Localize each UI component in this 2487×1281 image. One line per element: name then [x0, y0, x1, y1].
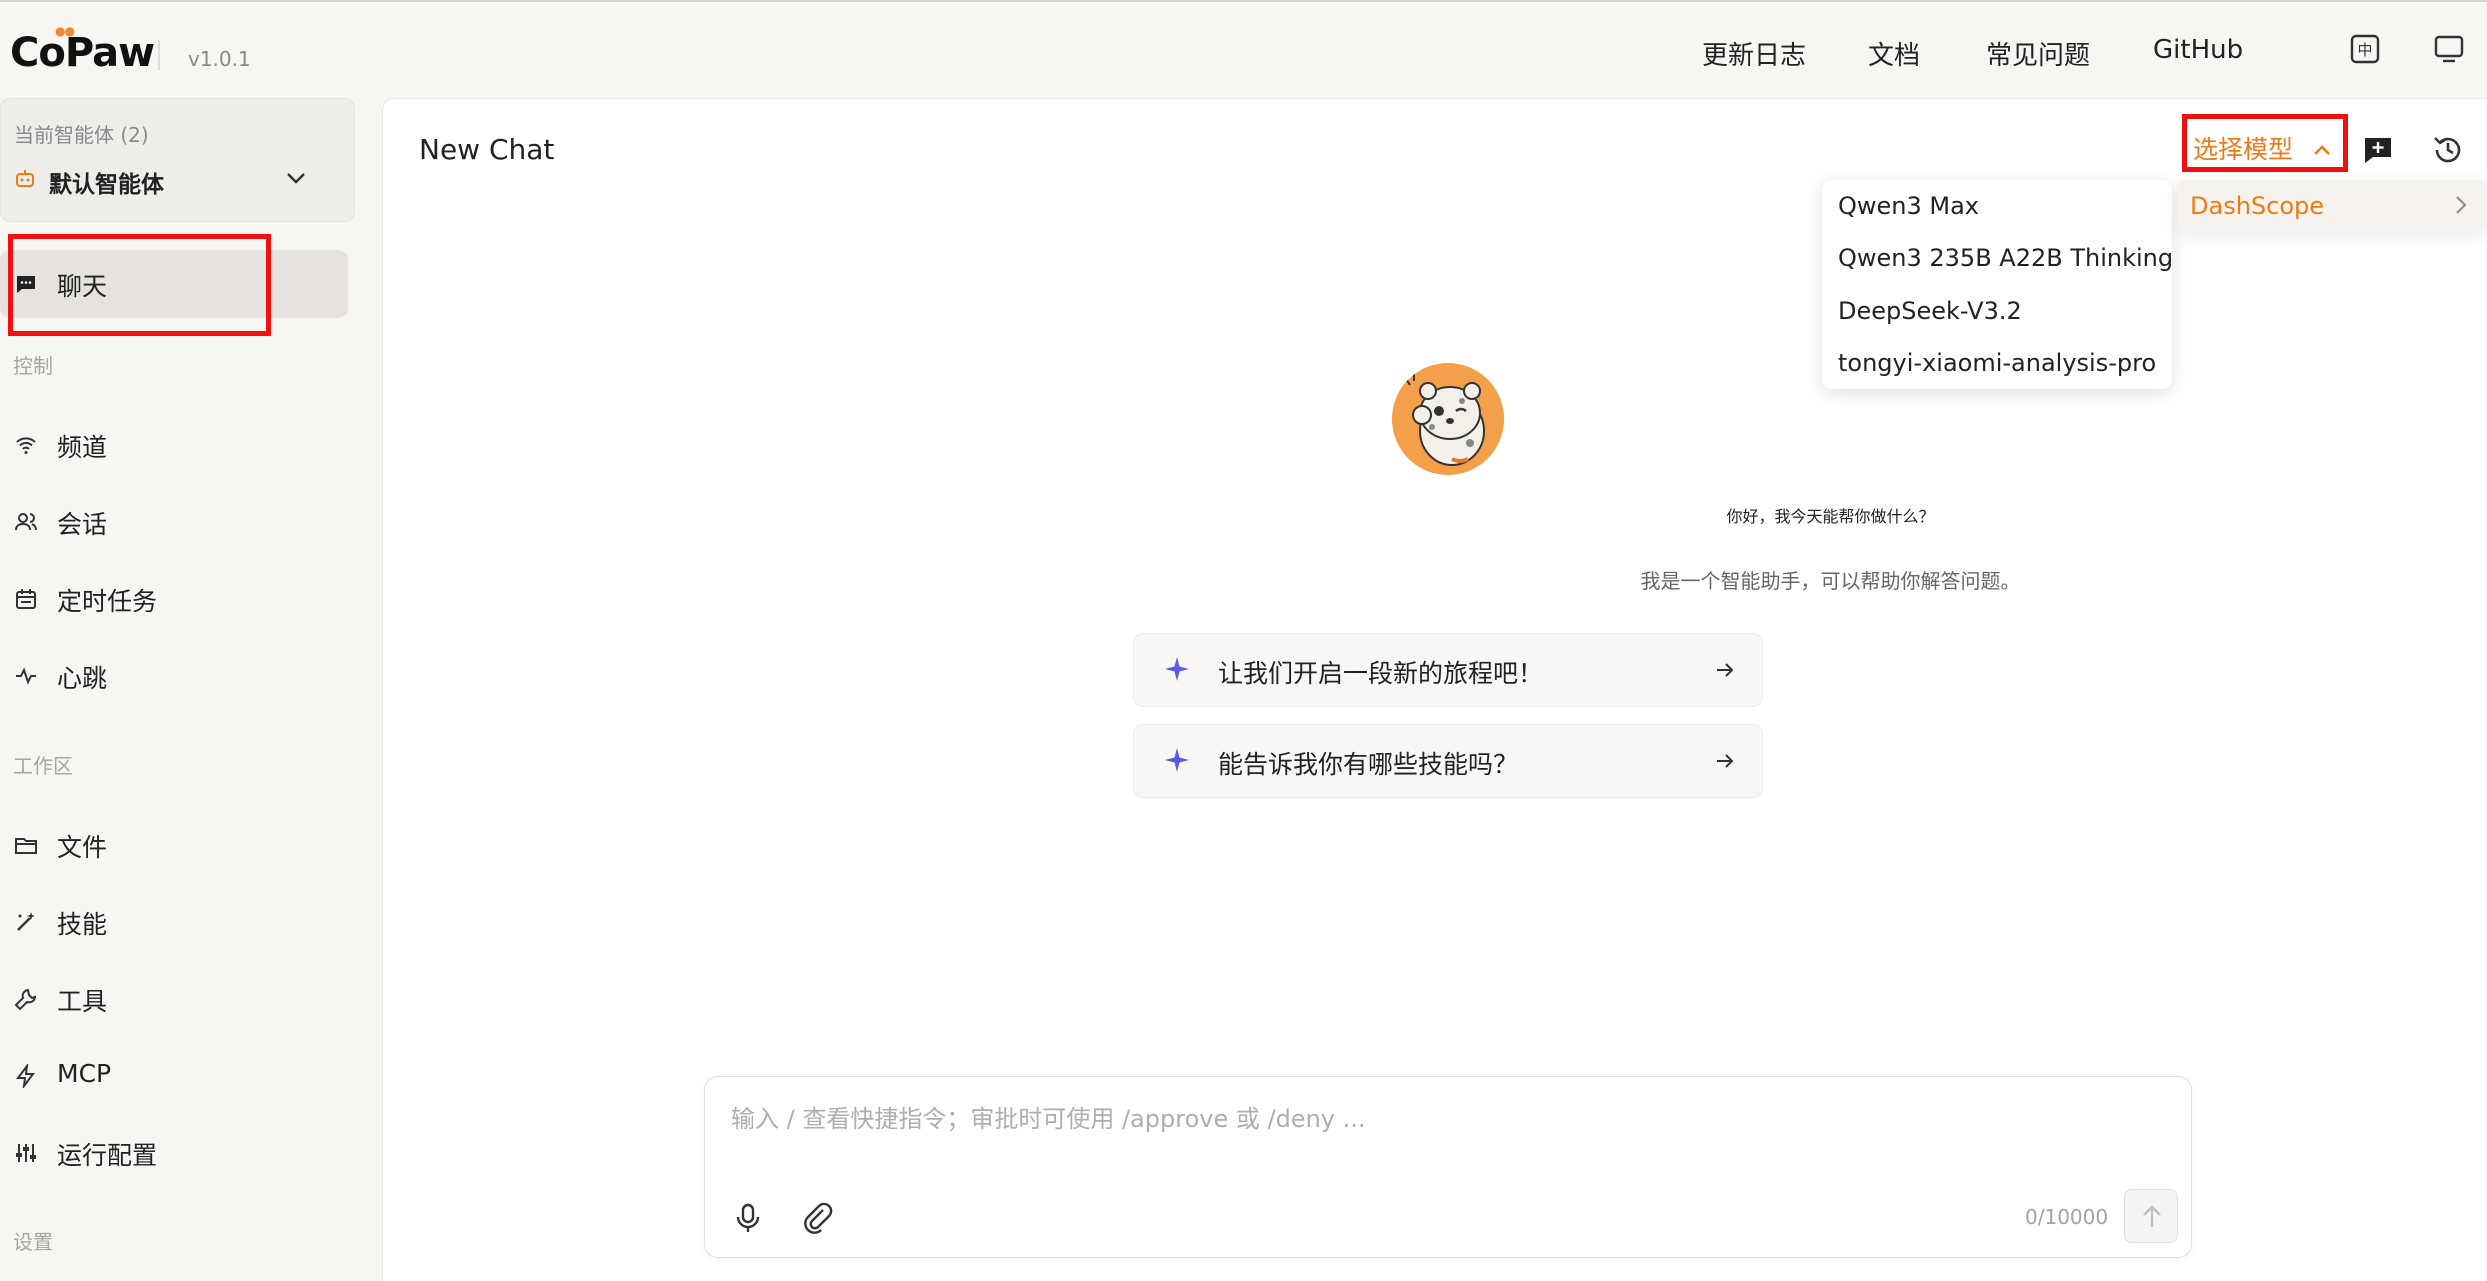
monitor-icon[interactable] — [2432, 32, 2466, 66]
robot-icon — [14, 168, 36, 190]
translate-icon[interactable]: 中 — [2348, 32, 2382, 66]
wrench-icon — [14, 987, 38, 1011]
arrow-right-icon — [1714, 750, 1736, 772]
arrow-up-icon — [2143, 1205, 2161, 1227]
users-icon — [14, 510, 38, 534]
nav-link-docs[interactable]: 文档 — [1868, 35, 1920, 72]
history-icon[interactable] — [2431, 133, 2465, 167]
nav-link-github[interactable]: GitHub — [2153, 35, 2243, 65]
character-counter: 0/10000 — [2025, 1205, 2109, 1229]
sidebar-item-mcp[interactable]: MCP — [0, 1049, 348, 1105]
suggested-prompt[interactable]: 让我们开启一段新的旅程吧！ — [1133, 633, 1763, 707]
app-logo[interactable]: CoPaw ●● — [10, 24, 155, 76]
calendar-icon — [14, 587, 38, 611]
highlight-box — [2182, 114, 2348, 172]
sidebar-item-runtime-config[interactable]: 运行配置 — [0, 1126, 348, 1182]
nav-link-changelog[interactable]: 更新日志 — [1702, 35, 1806, 72]
sidebar-item-channels[interactable]: 频道 — [0, 418, 348, 474]
svg-text:中: 中 — [2357, 41, 2372, 59]
sidebar-item-tools[interactable]: 工具 — [0, 972, 348, 1028]
lightning-icon — [14, 1062, 38, 1090]
sidebar-item-label: 文件 — [57, 833, 108, 862]
assistant-avatar — [1392, 363, 1504, 475]
sparkle-icon — [1164, 747, 1190, 773]
sidebar-item-skills[interactable]: 技能 — [0, 895, 348, 951]
sidebar-item-scheduled-tasks[interactable]: 定时任务 — [0, 572, 348, 628]
agent-label: 当前智能体 (2) — [14, 123, 149, 147]
chevron-right-icon — [2450, 194, 2472, 216]
arrow-right-icon — [1714, 659, 1736, 681]
sidebar-item-label: 运行配置 — [57, 1141, 158, 1170]
sidebar: 当前智能体 (2) 默认智能体 聊天 控制 频道 会话 定时任务 心跳 工作区 … — [0, 98, 382, 1281]
provider-item-dashscope[interactable]: DashScope — [2178, 180, 2487, 232]
welcome-subtitle: 我是一个智能助手，可以帮助你解答问题。 — [1640, 569, 2021, 593]
sparkle-icon — [1164, 656, 1190, 682]
sidebar-item-label: 定时任务 — [57, 587, 158, 616]
magic-wand-icon — [14, 910, 38, 934]
model-dropdown: Qwen3 Max Qwen3 235B A22B Thinking DeepS… — [1822, 180, 2173, 389]
microphone-icon[interactable] — [731, 1201, 765, 1235]
send-button[interactable] — [2124, 1189, 2178, 1243]
page-title: New Chat — [419, 133, 555, 166]
paperclip-icon[interactable] — [801, 1201, 835, 1235]
welcome-greeting: 你好，我今天能帮你做什么？ — [1726, 507, 1935, 526]
nav-link-faq[interactable]: 常见问题 — [1986, 35, 2090, 72]
agent-selector[interactable]: 当前智能体 (2) 默认智能体 — [0, 98, 355, 222]
app-logo-text: CoPaw — [10, 30, 155, 76]
chat-input-box: 0/10000 — [704, 1076, 2192, 1258]
chat-input[interactable] — [731, 1099, 2151, 1159]
app-version: v1.0.1 — [158, 40, 251, 71]
section-control-heading: 控制 — [13, 354, 53, 378]
sidebar-item-files[interactable]: 文件 — [0, 818, 348, 874]
folder-icon — [14, 833, 38, 857]
model-option[interactable]: DeepSeek-V3.2 — [1838, 297, 2022, 325]
model-option[interactable]: Qwen3 235B A22B Thinking — [1838, 244, 2173, 272]
model-option[interactable]: tongyi-xiaomi-analysis-pro — [1838, 349, 2156, 377]
top-bar: CoPaw ●● v1.0.1 更新日志 文档 常见问题 GitHub 中 — [0, 0, 2487, 98]
sidebar-item-label: 会话 — [57, 510, 108, 539]
suggested-prompt-text: 让我们开启一段新的旅程吧！ — [1218, 659, 1544, 688]
suggested-prompt-text: 能告诉我你有哪些技能吗？ — [1218, 750, 1519, 779]
paw-icon: ●● — [55, 24, 75, 38]
sidebar-item-heartbeat[interactable]: 心跳 — [0, 649, 348, 705]
section-settings-heading: 设置 — [13, 1230, 53, 1254]
sidebar-item-label: MCP — [57, 1059, 112, 1088]
agent-name: 默认智能体 — [49, 172, 164, 198]
wifi-icon — [14, 433, 38, 457]
suggested-prompt[interactable]: 能告诉我你有哪些技能吗？ — [1133, 724, 1763, 798]
pulse-icon — [14, 664, 38, 688]
section-workspace-heading: 工作区 — [13, 754, 73, 778]
sidebar-item-label: 频道 — [57, 433, 108, 462]
sidebar-item-label: 工具 — [57, 987, 108, 1016]
highlight-box — [8, 234, 271, 336]
model-option[interactable]: Qwen3 Max — [1838, 192, 1979, 220]
sidebar-item-label: 技能 — [57, 910, 108, 939]
new-chat-icon[interactable] — [2361, 133, 2395, 167]
sidebar-item-label: 心跳 — [57, 664, 108, 693]
provider-label: DashScope — [2190, 192, 2325, 220]
sliders-icon — [14, 1141, 38, 1165]
chevron-down-icon[interactable] — [283, 165, 309, 191]
sidebar-item-sessions[interactable]: 会话 — [0, 495, 348, 551]
